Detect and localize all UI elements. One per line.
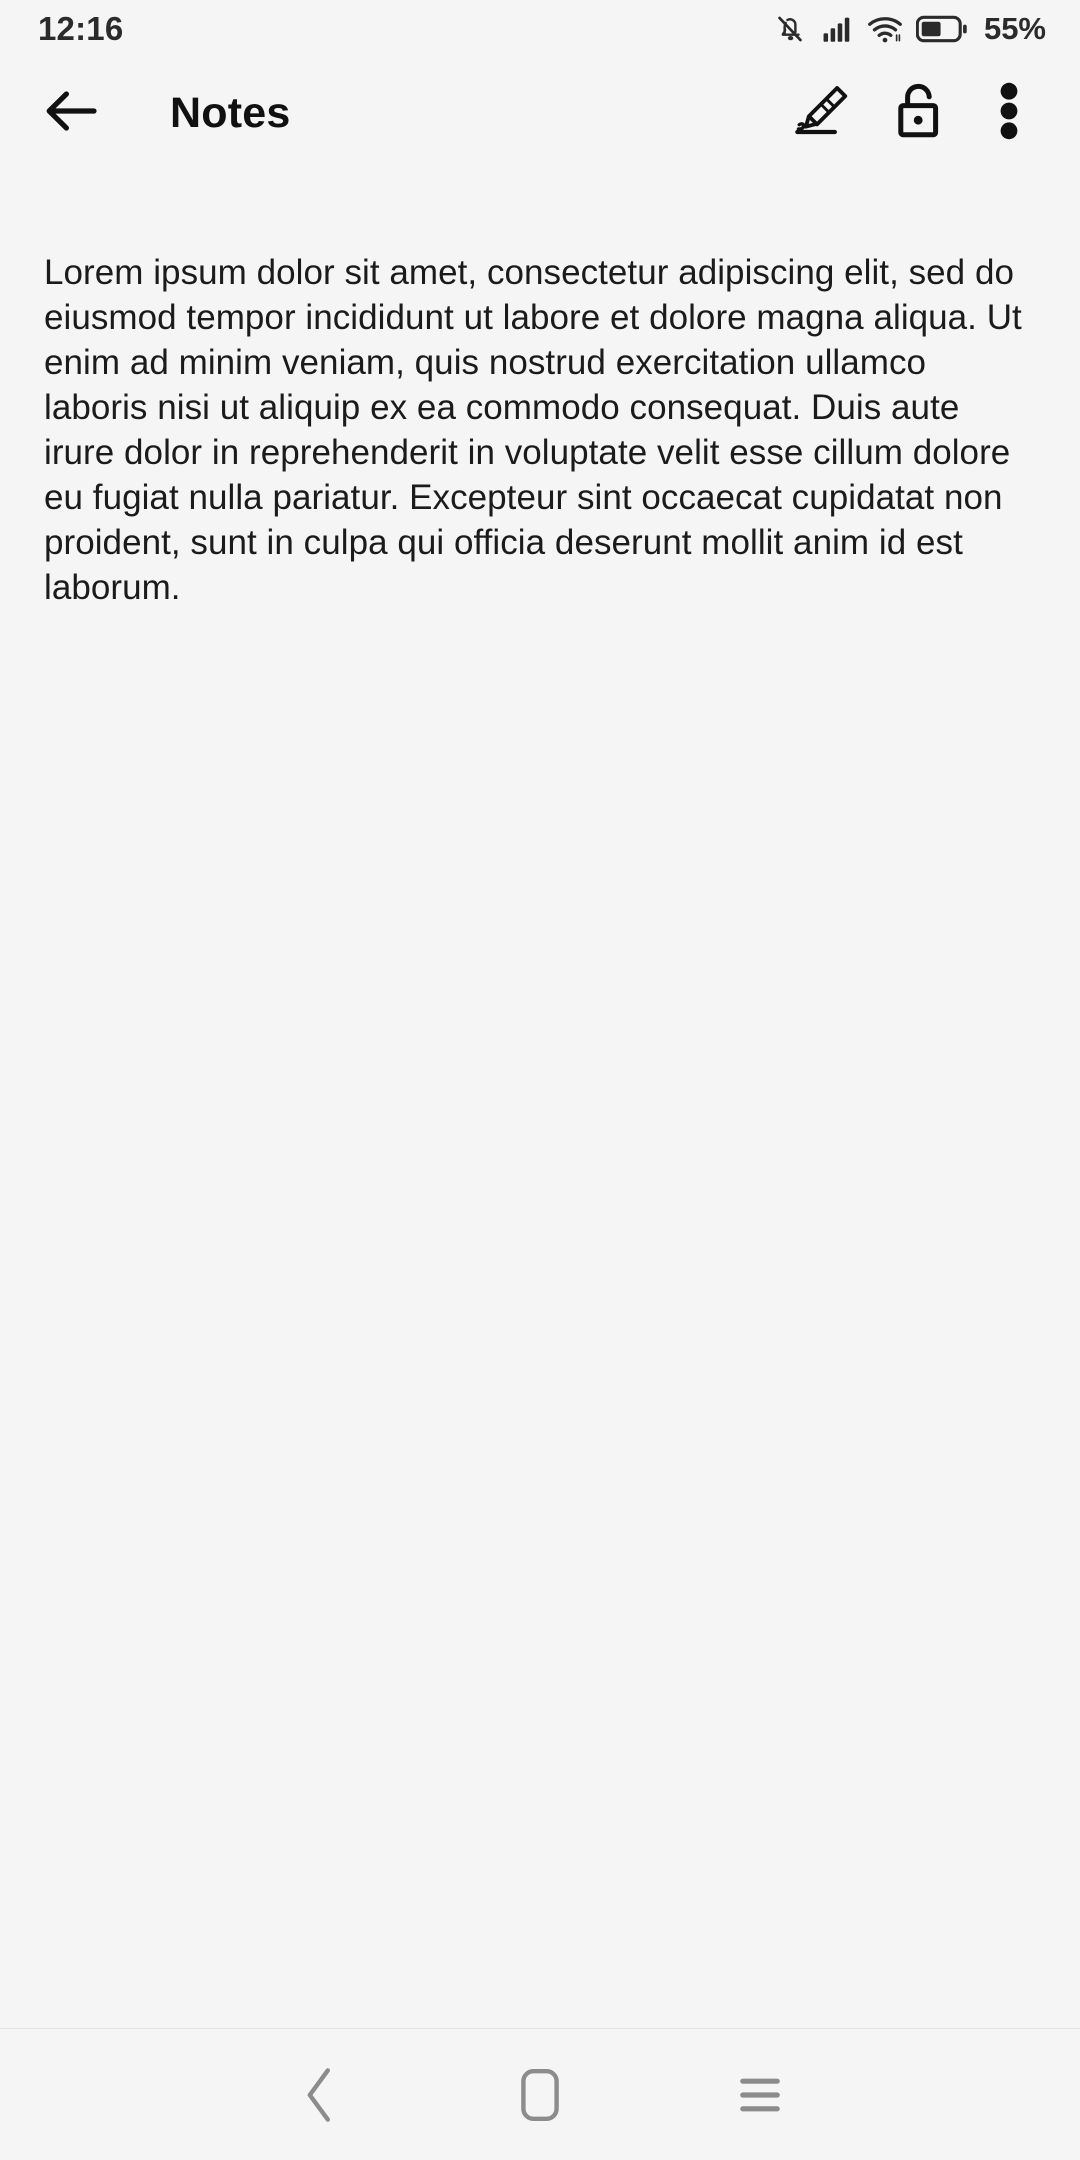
overflow-menu-button[interactable]	[968, 68, 1050, 158]
nav-recents-button[interactable]	[650, 2029, 870, 2160]
note-content-area[interactable]: Lorem ipsum dolor sit amet, consectetur …	[0, 168, 1080, 2028]
app-bar: Notes	[0, 58, 1080, 168]
note-body-text[interactable]: Lorem ipsum dolor sit amet, consectetur …	[44, 250, 1036, 610]
back-arrow-icon	[46, 88, 98, 139]
back-button[interactable]	[34, 75, 110, 151]
system-navigation-bar	[0, 2029, 1080, 2160]
bell-slash-icon	[773, 11, 807, 47]
nav-recents-icon	[738, 2066, 782, 2124]
page-title: Notes	[170, 88, 291, 137]
nav-home-icon	[519, 2066, 561, 2124]
status-icons: 55%	[773, 11, 1046, 47]
app-bar-actions	[776, 68, 1050, 158]
edit-pencil-icon	[795, 83, 853, 144]
battery-percent-label: 55%	[983, 11, 1046, 46]
lock-button[interactable]	[872, 68, 968, 158]
overflow-menu-icon	[999, 82, 1019, 145]
nav-back-button[interactable]	[210, 2029, 430, 2160]
signal-bars-icon	[820, 12, 854, 46]
unlock-icon	[896, 82, 944, 145]
battery-icon	[915, 14, 968, 44]
phone-screen: 12:16 55% Notes Lorem ipsum dolor sit am…	[0, 0, 1080, 2160]
status-clock: 12:16	[38, 10, 124, 47]
edit-button[interactable]	[776, 68, 872, 158]
nav-back-icon	[303, 2066, 337, 2124]
wifi-icon	[867, 12, 903, 46]
status-bar: 12:16 55%	[0, 0, 1080, 58]
nav-home-button[interactable]	[430, 2029, 650, 2160]
